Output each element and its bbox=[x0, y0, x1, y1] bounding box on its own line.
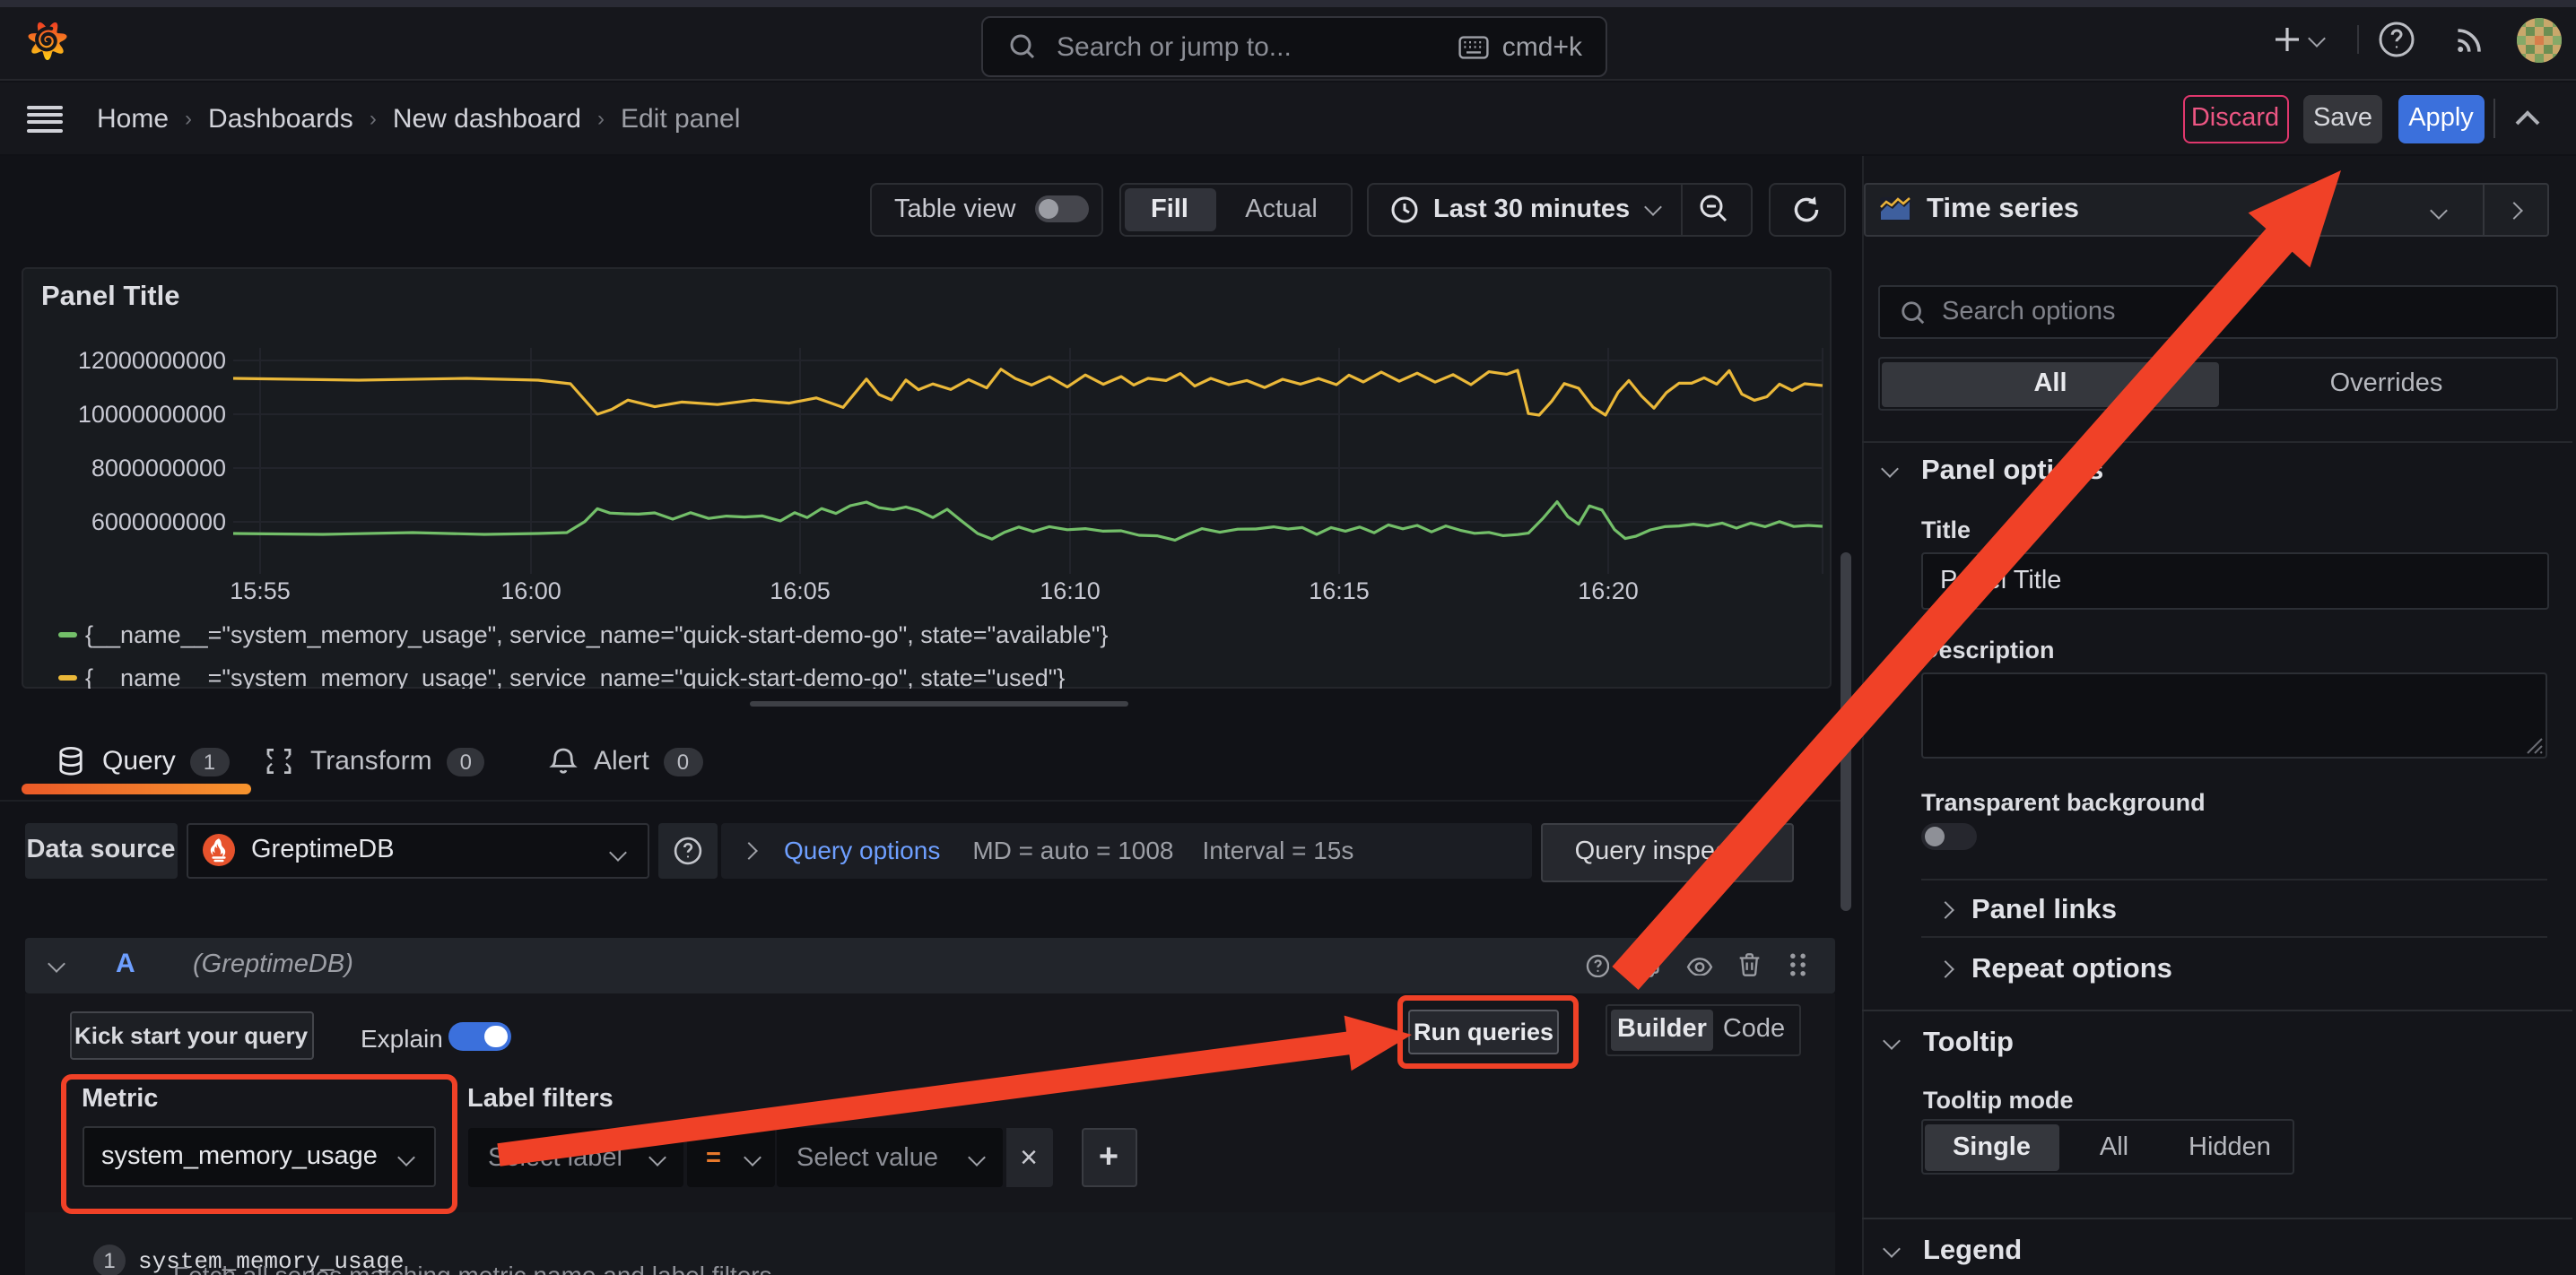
svg-text:{__name__="system_memory_usage: {__name__="system_memory_usage", service… bbox=[85, 664, 1065, 689]
svg-text:16:05: 16:05 bbox=[770, 577, 831, 604]
svg-text:12000000000: 12000000000 bbox=[78, 347, 226, 374]
svg-text:16:10: 16:10 bbox=[1040, 577, 1101, 604]
svg-text:10000000000: 10000000000 bbox=[78, 401, 226, 428]
svg-text:6000000000: 6000000000 bbox=[91, 508, 226, 535]
svg-text:15:55: 15:55 bbox=[230, 577, 291, 604]
svg-text:16:15: 16:15 bbox=[1309, 577, 1370, 604]
svg-text:8000000000: 8000000000 bbox=[91, 455, 226, 481]
svg-text:16:20: 16:20 bbox=[1578, 577, 1639, 604]
svg-text:16:00: 16:00 bbox=[500, 577, 561, 604]
svg-text:{__name__="system_memory_usage: {__name__="system_memory_usage", service… bbox=[85, 621, 1108, 648]
